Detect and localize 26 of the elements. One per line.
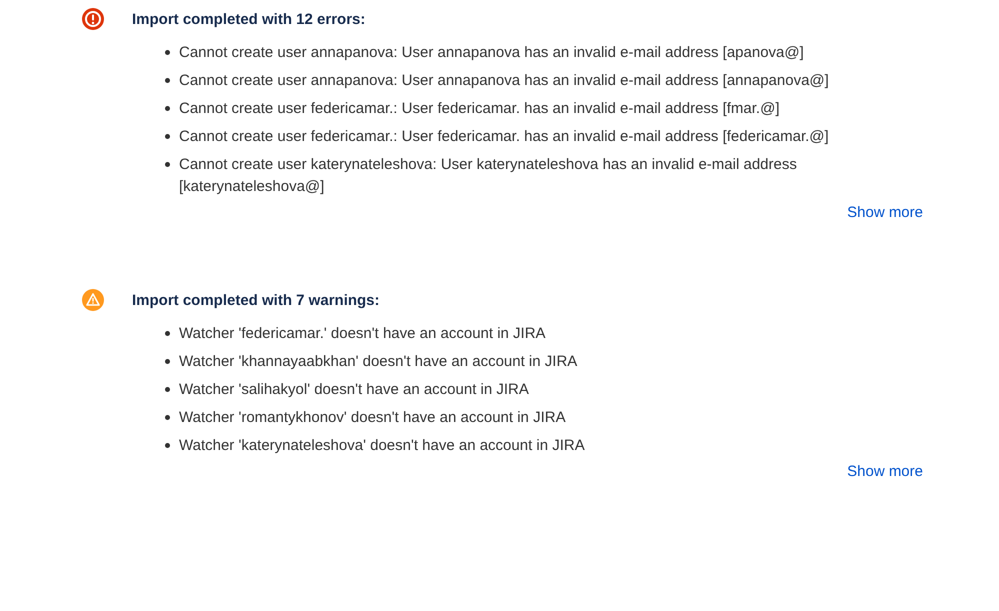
bullet-icon bbox=[165, 387, 170, 392]
bullet-icon bbox=[165, 331, 170, 336]
message-text: Watcher 'romantykhonov' doesn't have an account in JIRA bbox=[179, 408, 566, 428]
message-text: Watcher 'katerynateleshova' doesn't have an account in JIRA bbox=[179, 436, 585, 456]
show-more-link[interactable]: Show more bbox=[847, 463, 923, 480]
bullet-icon bbox=[165, 415, 170, 420]
bullet-icon bbox=[165, 78, 170, 83]
message-text: Cannot create user federicamar.: User federicamar. has an invalid e-mail address [fmar.@] bbox=[179, 99, 780, 119]
show-more-link[interactable]: Show more bbox=[847, 204, 923, 221]
bullet-icon bbox=[165, 443, 170, 448]
message-text: Cannot create user annapanova: User annapanova has an invalid e-mail address [apanova@] bbox=[179, 43, 804, 63]
message-text: Cannot create user katerynateleshova: User katerynateleshova has an invalid e-mail address [katerynateleshova@] bbox=[179, 155, 798, 197]
section-title: Import completed with 12 errors: bbox=[132, 10, 366, 28]
message-text: Watcher 'federicamar.' doesn't have an account in JIRA bbox=[179, 324, 546, 344]
error-icon bbox=[82, 8, 104, 30]
message-text: Cannot create user annapanova: User annapanova has an invalid e-mail address [annapanova@] bbox=[179, 71, 829, 91]
message-text: Watcher 'khannayaabkhan' doesn't have an account in JIRA bbox=[179, 352, 578, 372]
bullet-icon bbox=[165, 162, 170, 167]
warning-icon bbox=[82, 289, 104, 311]
bullet-icon bbox=[165, 359, 170, 364]
section-title: Import completed with 7 warnings: bbox=[132, 292, 380, 308]
bullet-icon bbox=[165, 134, 170, 139]
message-text: Watcher 'salihakyol' doesn't have an account in JIRA bbox=[179, 380, 529, 400]
bullet-icon bbox=[165, 50, 170, 55]
bullet-icon bbox=[165, 106, 170, 111]
message-text: Cannot create user federicamar.: User federicamar. has an invalid e-mail address [federicamar.@] bbox=[179, 127, 829, 147]
